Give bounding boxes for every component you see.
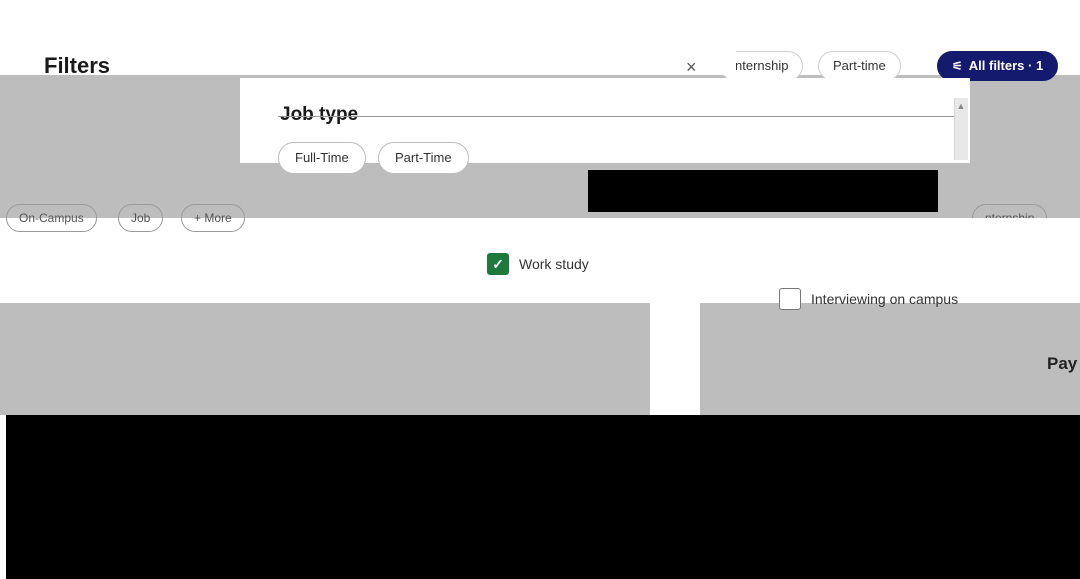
- option-full-time[interactable]: Full-Time: [278, 142, 366, 174]
- overlay-region: [0, 303, 650, 415]
- all-filters-label: All filters · 1: [968, 58, 1044, 73]
- overlay-region: [970, 75, 1080, 163]
- bg-chip-job[interactable]: Job: [118, 204, 164, 232]
- checkbox-label: Interviewing on campus: [811, 291, 959, 307]
- scroll-up-arrow-icon[interactable]: ▲: [954, 98, 968, 114]
- bg-chip-on-campus[interactable]: On-Campus: [6, 204, 97, 232]
- filters-modal: Filters ×: [6, 11, 736, 78]
- overlay-region: [700, 303, 1008, 415]
- job-type-title: Job type: [280, 104, 359, 125]
- bg-chip-more[interactable]: + More: [181, 204, 245, 232]
- overlay-region: [0, 75, 240, 163]
- checkbox-interviewing-on-campus[interactable]: Interviewing on campus: [779, 288, 958, 310]
- option-part-time[interactable]: Part-Time: [378, 142, 469, 174]
- all-filters-button[interactable]: ⚟ All filters · 1: [937, 51, 1059, 81]
- redacted-block: [6, 415, 1080, 579]
- checkmark-icon[interactable]: ✓: [487, 253, 509, 275]
- checkbox-box[interactable]: [779, 288, 801, 310]
- close-icon[interactable]: ×: [686, 57, 697, 78]
- chip-part-time[interactable]: Part-time: [818, 51, 901, 81]
- checkbox-label: Work study: [519, 256, 589, 272]
- filter-sliders-icon: ⚟: [952, 59, 963, 73]
- modal-title: Filters: [44, 53, 111, 78]
- section-divider: [278, 116, 968, 117]
- pay-section-label: Pay: [1047, 354, 1078, 373]
- redacted-block: [588, 170, 938, 212]
- checkbox-work-study[interactable]: ✓ Work study: [487, 253, 589, 275]
